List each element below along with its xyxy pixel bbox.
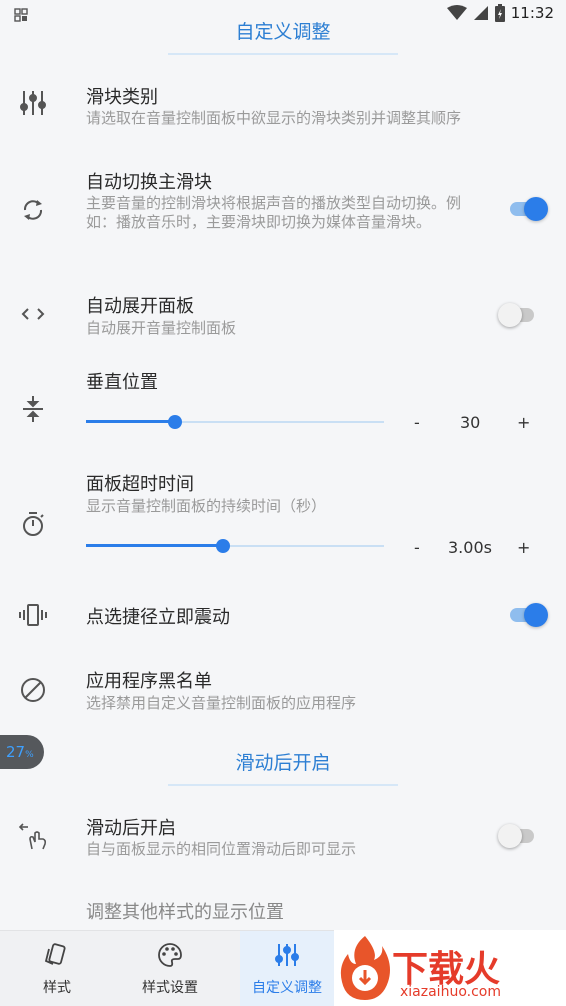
setting-title: 垂直位置 bbox=[86, 372, 158, 393]
setting-blacklist[interactable]: 应用程序黑名单 选择禁用自定义音量控制面板的应用程序 bbox=[0, 662, 566, 722]
section-divider bbox=[168, 784, 398, 786]
setting-title: 滑动后开启 bbox=[86, 818, 176, 839]
sync-icon bbox=[23, 200, 43, 220]
setting-slider-category[interactable]: 滑块类别 请选取在音量控制面板中欲显示的滑块类别并调整其顺序 bbox=[0, 76, 566, 140]
timer-icon bbox=[23, 512, 44, 536]
setting-vibrate[interactable]: 点选捷径立即震动 bbox=[0, 595, 566, 635]
tab-style-settings[interactable]: 样式设置 bbox=[112, 931, 228, 1006]
watermark-url: xiazaihuo.com bbox=[400, 984, 501, 1000]
tab-style[interactable]: 样式 bbox=[14, 931, 100, 1006]
style-icon bbox=[44, 943, 66, 965]
panel-timeout-value: 3.00s bbox=[448, 538, 492, 557]
slider-fill bbox=[86, 420, 176, 423]
code-icon bbox=[21, 308, 45, 320]
setting-desc: 自与面板显示的相同位置滑动后即可显示 bbox=[86, 840, 357, 858]
setting-title: 应用程序黑名单 bbox=[86, 671, 212, 692]
setting-title: 调整其他样式的显示位置 bbox=[86, 902, 284, 923]
setting-desc: 自动展开音量控制面板 bbox=[86, 319, 237, 337]
setting-title: 自动切换主滑块 bbox=[86, 172, 212, 193]
decrement-button[interactable]: - bbox=[414, 538, 420, 557]
slider-fill bbox=[86, 544, 224, 547]
tab-label: 样式设置 bbox=[142, 980, 198, 996]
vertical-align-icon bbox=[23, 396, 43, 422]
slider-thumb[interactable] bbox=[168, 415, 183, 429]
flame-logo-icon bbox=[340, 936, 390, 1000]
tab-label: 自定义调整 bbox=[252, 980, 322, 996]
auto-expand-toggle[interactable] bbox=[498, 300, 540, 330]
section-title-custom: 自定义调整 bbox=[235, 21, 331, 43]
section-divider bbox=[168, 53, 398, 55]
vibrate-toggle[interactable] bbox=[508, 600, 548, 630]
setting-title: 滑块类别 bbox=[86, 87, 158, 108]
increment-button[interactable]: + bbox=[517, 538, 530, 557]
setting-title: 点选捷径立即震动 bbox=[86, 607, 230, 628]
setting-auto-expand[interactable]: 自动展开面板 自动展开音量控制面板 bbox=[0, 286, 566, 346]
decrement-button[interactable]: - bbox=[414, 413, 420, 432]
slider-thumb[interactable] bbox=[216, 539, 231, 553]
setting-title: 自动展开面板 bbox=[86, 296, 194, 317]
vertical-position-slider[interactable] bbox=[86, 412, 384, 432]
swipe-gesture-icon bbox=[18, 823, 47, 850]
vertical-position-value: 30 bbox=[460, 413, 481, 432]
auto-switch-toggle[interactable] bbox=[508, 194, 548, 224]
setting-auto-switch[interactable]: 自动切换主滑块 主要音量的控制滑块将根据声音的播放类型自动切换。例如：播放音乐时… bbox=[0, 160, 566, 256]
sliders-icon bbox=[20, 91, 46, 115]
sliders-icon bbox=[275, 944, 299, 966]
tab-custom-adjust[interactable]: 自定义调整 bbox=[240, 931, 334, 1006]
setting-desc: 请选取在音量控制面板中欲显示的滑块类别并调整其顺序 bbox=[86, 109, 462, 127]
swipe-open-toggle[interactable] bbox=[498, 821, 540, 851]
setting-panel-timeout: 面板超时时间 显示音量控制面板的持续时间（秒） - 3.00s + bbox=[0, 462, 566, 572]
increment-button[interactable]: + bbox=[517, 413, 530, 432]
setting-desc: 选择禁用自定义音量控制面板的应用程序 bbox=[86, 694, 357, 712]
setting-desc: 显示音量控制面板的持续时间（秒） bbox=[86, 497, 327, 515]
panel-timeout-slider[interactable] bbox=[86, 536, 384, 556]
setting-swipe-open[interactable]: 滑动后开启 自与面板显示的相同位置滑动后即可显示 bbox=[0, 806, 566, 866]
section-title-swipe: 滑动后开启 bbox=[235, 752, 331, 774]
setting-vertical-position: 垂直位置 - 30 + bbox=[0, 362, 566, 442]
block-icon bbox=[21, 678, 45, 702]
setting-title: 面板超时时间 bbox=[86, 474, 194, 495]
palette-icon bbox=[158, 943, 182, 967]
tab-label: 样式 bbox=[43, 980, 71, 996]
setting-desc: 主要音量的控制滑块将根据声音的播放类型自动切换。例如：播放音乐时，主要滑块即切换… bbox=[86, 194, 462, 231]
setting-other-position[interactable]: 调整其他样式的显示位置 bbox=[0, 890, 566, 926]
vibrate-icon bbox=[19, 604, 47, 626]
